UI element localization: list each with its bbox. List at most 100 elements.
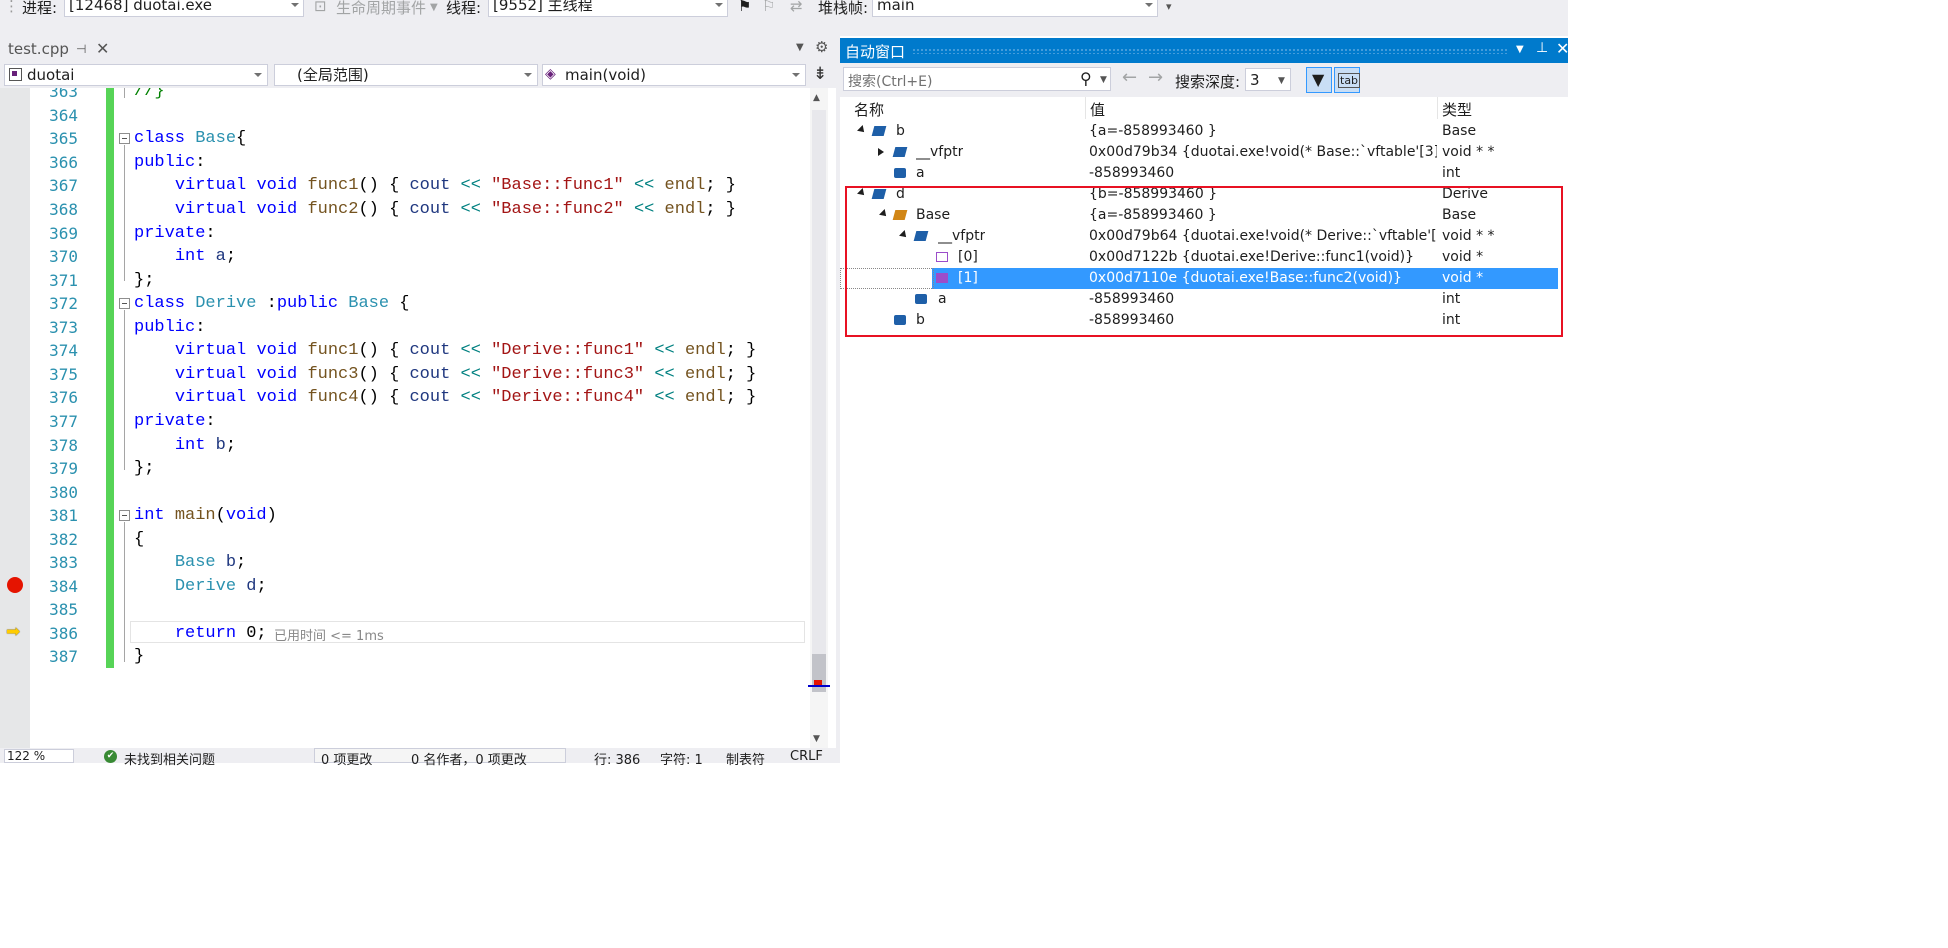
line-number: 379 <box>49 459 78 478</box>
code-line: int a; <box>174 247 237 266</box>
autos-toolbar: 搜索(Ctrl+E) ⚲ ▼ ← → 搜索深度: 3 ▼ ▼ tab <box>840 63 1568 97</box>
fold-guide <box>124 88 125 98</box>
code-line: virtual void func1() { cout << "Base::fu… <box>174 176 736 195</box>
search-icon[interactable]: ⚲ <box>1080 69 1092 88</box>
autos-search-box[interactable]: 搜索(Ctrl+E) ⚲ ▼ <box>843 67 1111 91</box>
chevron-down-icon <box>1145 3 1153 7</box>
flag-icon[interactable]: ⚐ <box>762 0 775 15</box>
thread-combo[interactable]: [9552] 主线程 <box>488 0 728 17</box>
line-number: 384 <box>49 577 78 596</box>
code-line: //} <box>134 88 165 101</box>
changes-status: 0 项更改 <box>321 753 373 768</box>
chevron-down-icon <box>254 73 262 77</box>
issues-status[interactable]: 未找到相关问题 <box>124 749 215 768</box>
line-number: 365 <box>49 129 78 148</box>
gear-icon[interactable]: ⚙ <box>815 38 828 56</box>
function-value: main(void) <box>565 66 646 84</box>
lifecycle-icon: ⊡ <box>314 0 327 15</box>
thread-label: 线程: <box>446 0 482 17</box>
project-combo[interactable]: duotai <box>4 64 268 86</box>
column-divider[interactable] <box>1437 97 1438 119</box>
chevron-down-icon[interactable]: ▼ <box>1100 75 1107 85</box>
titlebar-grip <box>912 48 1508 54</box>
scrollbar-track[interactable] <box>812 110 826 655</box>
char-status: 字符: 1 <box>660 753 703 768</box>
debug-location-toolbar: ⋮ 进程: [12468] duotai.exe ⊡ 生命周期事件 ▼ 线程: … <box>0 0 1568 36</box>
autos-row[interactable]: __vfptr 0x00d79b34 {duotai.exe!void(* Ba… <box>848 142 1558 163</box>
tab-test-cpp[interactable]: test.cpp ⊣ ✕ <box>0 38 116 62</box>
pin-icon[interactable]: ⊣ <box>76 42 86 56</box>
codelens-status[interactable]: 0 项更改 0 名作者，0 项更改 <box>314 748 566 768</box>
scroll-down-icon[interactable]: ▼ <box>813 734 820 744</box>
function-combo[interactable]: ◈ main(void) <box>542 64 806 86</box>
expand-open-icon[interactable] <box>857 125 867 135</box>
tab-icon: tab <box>1338 73 1361 88</box>
code-line: return 0; <box>174 624 267 643</box>
chevron-down-icon <box>715 3 723 7</box>
expand-closed-icon[interactable] <box>878 148 884 156</box>
code-line: }; <box>134 271 155 290</box>
column-divider[interactable] <box>1085 97 1086 119</box>
stack-toggle-icon[interactable]: ⇄ <box>790 0 803 15</box>
code-editor[interactable]: 363 364 365 366 367 368 369 370 371 372 … <box>0 88 836 748</box>
autos-search-input[interactable]: 搜索(Ctrl+E) <box>848 71 932 91</box>
row-value[interactable]: {a=-858993460 } <box>1089 121 1437 142</box>
tabs-status[interactable]: 制表符 <box>726 749 765 768</box>
collapse-icon[interactable] <box>119 133 130 144</box>
split-icon[interactable]: ⇟ <box>813 64 827 84</box>
row-name: __vfptr <box>916 144 964 160</box>
stackframe-combo[interactable]: main <box>872 0 1158 17</box>
forward-arrow-icon[interactable]: → <box>1148 67 1163 88</box>
pin-icon[interactable]: ⊥ <box>1536 40 1548 56</box>
filter-button[interactable]: ▼ <box>1306 67 1332 93</box>
process-combo[interactable]: [12468] duotai.exe <box>64 0 304 17</box>
check-icon: ✔ <box>104 750 117 763</box>
column-header-name[interactable]: 名称 <box>854 99 884 120</box>
line-number: 367 <box>49 176 78 195</box>
row-name: a <box>916 165 925 181</box>
code-line: virtual void func1() { cout << "Derive::… <box>174 341 757 360</box>
thread-value: [9552] 主线程 <box>493 0 593 14</box>
line-number: 387 <box>49 647 78 666</box>
glyph-margin[interactable] <box>0 88 30 748</box>
panel-splitter[interactable] <box>836 36 840 763</box>
depth-combo[interactable]: 3 ▼ <box>1245 68 1291 91</box>
depth-value: 3 <box>1250 71 1260 89</box>
chevron-down-icon: ▼ <box>1278 76 1285 86</box>
collapse-icon[interactable] <box>119 510 130 521</box>
caret-marker <box>808 685 830 687</box>
autos-row[interactable]: a -858993460 int <box>848 163 1558 184</box>
row-name: b <box>896 123 905 139</box>
scroll-up-icon[interactable]: ▲ <box>813 93 820 103</box>
fold-guide <box>124 310 125 470</box>
variable-icon <box>871 126 887 136</box>
project-icon <box>9 68 22 81</box>
tab-label: test.cpp <box>8 40 69 58</box>
scope-combo[interactable]: (全局范围) <box>274 64 538 86</box>
column-header-type[interactable]: 类型 <box>1442 99 1472 120</box>
close-icon[interactable]: ✕ <box>1556 39 1569 58</box>
flag-thread-icon[interactable]: ⚑ <box>738 0 751 15</box>
row-value[interactable]: -858993460 <box>1089 163 1437 184</box>
lifecycle-events-button[interactable]: 生命周期事件 <box>336 0 426 18</box>
close-icon[interactable]: ✕ <box>96 39 109 58</box>
eol-status[interactable]: CRLF <box>790 749 823 764</box>
collapse-icon[interactable] <box>119 298 130 309</box>
row-value[interactable]: 0x00d79b34 {duotai.exe!void(* Base::`vft… <box>1089 142 1437 163</box>
process-label: 进程: <box>22 0 58 17</box>
window-position-icon[interactable]: ▼ <box>1516 44 1524 55</box>
navigation-bar: duotai (全局范围) ◈ main(void) ⇟ <box>0 62 836 88</box>
stackframe-value: main <box>877 0 915 14</box>
depth-label: 搜索深度: <box>1175 73 1241 91</box>
autos-row[interactable]: b {a=-858993460 } Base <box>848 121 1558 142</box>
toolbar-options-icon[interactable]: ▾ <box>1166 0 1172 13</box>
code-line: int main(void) <box>134 506 277 525</box>
chevron-down-icon <box>792 73 800 77</box>
tab-view-button[interactable]: tab <box>1334 67 1361 93</box>
column-header-value[interactable]: 值 <box>1090 99 1105 120</box>
tab-dropdown-icon[interactable]: ▼ <box>796 42 804 53</box>
back-arrow-icon[interactable]: ← <box>1122 67 1137 88</box>
highlight-annotation-box <box>845 186 1563 337</box>
zoom-combo[interactable]: 122 % <box>4 749 74 763</box>
breakpoint-icon[interactable] <box>7 577 23 593</box>
